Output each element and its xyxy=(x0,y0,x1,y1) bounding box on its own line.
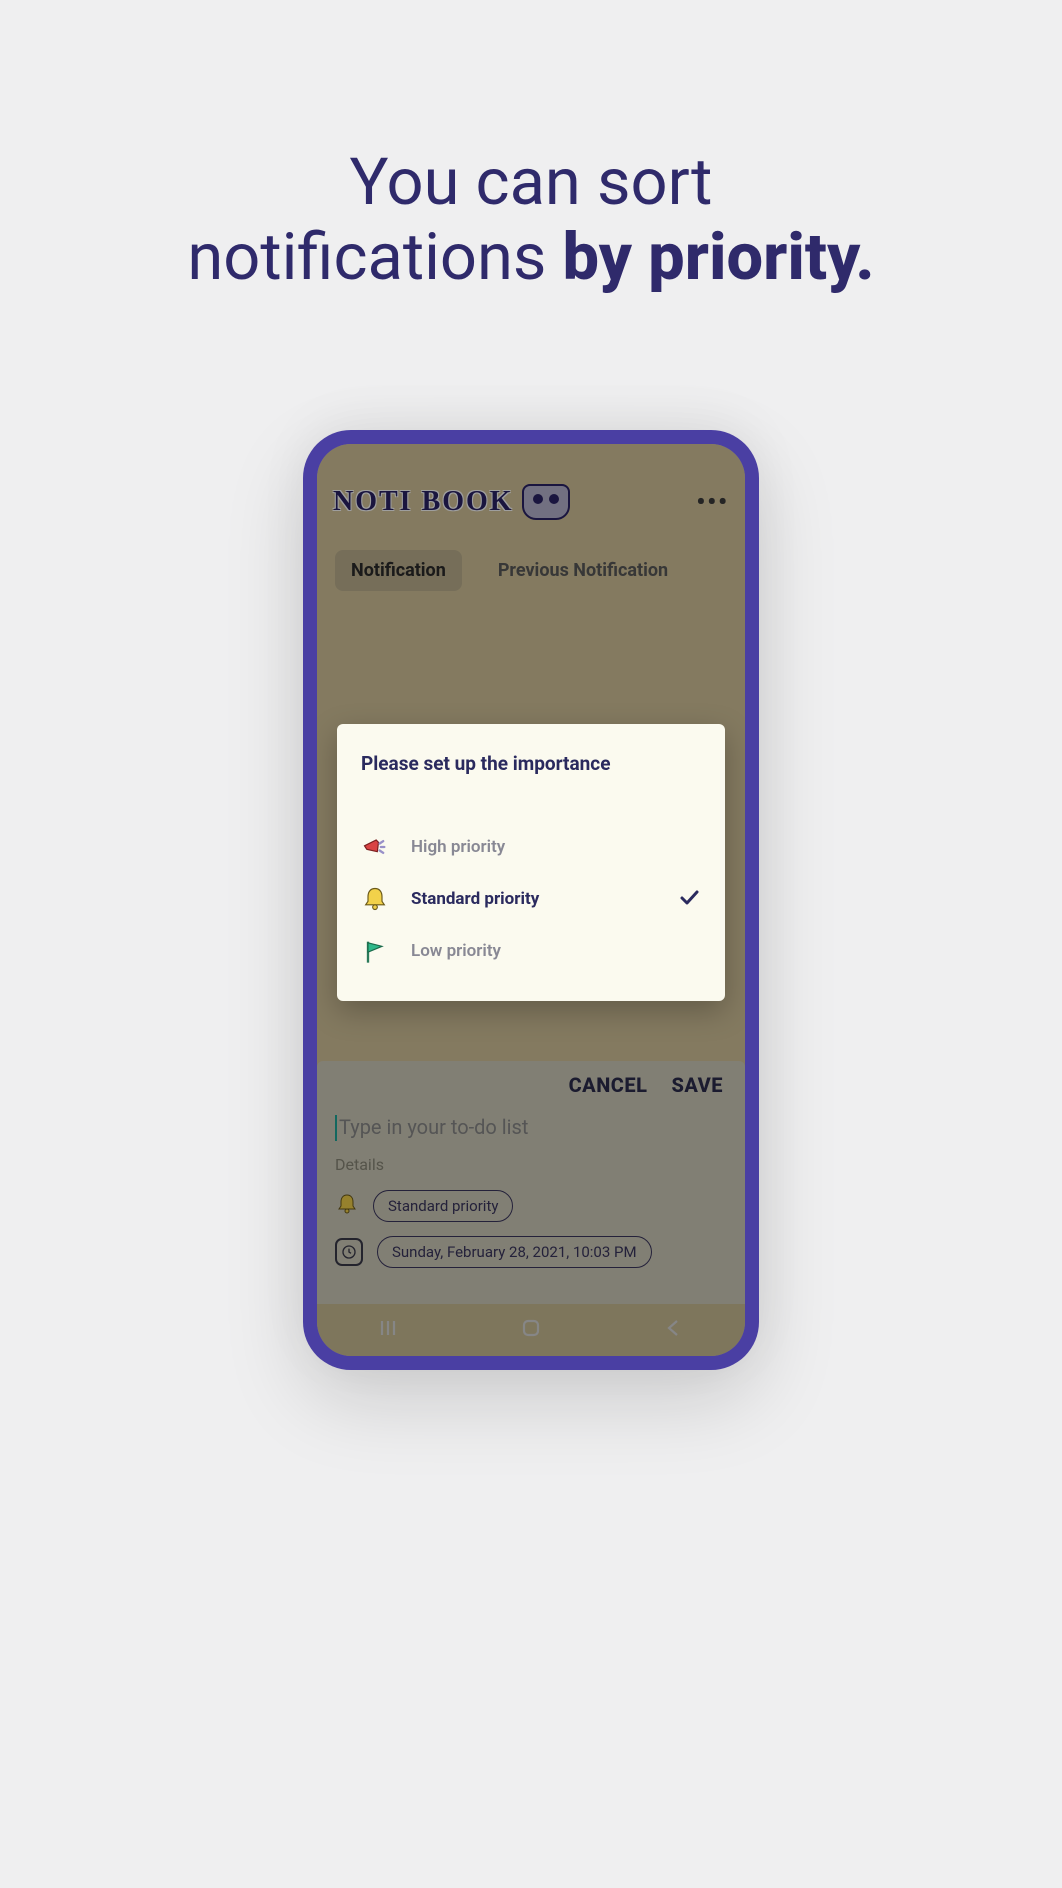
priority-option-standard[interactable]: Standard priority xyxy=(361,873,701,925)
priority-label: Standard priority xyxy=(411,889,655,909)
headline-line-2: notifications by priority. xyxy=(0,220,1062,295)
screen: NOTI BOOK ••• Notification Previous Noti… xyxy=(317,444,745,1356)
priority-label: High priority xyxy=(411,837,701,857)
priority-label: Low priority xyxy=(411,941,701,961)
flag-icon xyxy=(361,937,389,965)
headline-line-1: You can sort xyxy=(0,145,1062,220)
check-icon xyxy=(677,885,701,913)
marketing-headline: You can sort notifications by priority. xyxy=(0,145,1062,295)
priority-dialog: Please set up the importance High priori… xyxy=(337,724,725,1001)
phone-frame: NOTI BOOK ••• Notification Previous Noti… xyxy=(303,430,759,1370)
priority-option-high[interactable]: High priority xyxy=(361,821,701,873)
megaphone-icon xyxy=(361,833,389,861)
dialog-title: Please set up the importance xyxy=(361,752,701,775)
bell-icon xyxy=(361,885,389,913)
priority-option-low[interactable]: Low priority xyxy=(361,925,701,977)
